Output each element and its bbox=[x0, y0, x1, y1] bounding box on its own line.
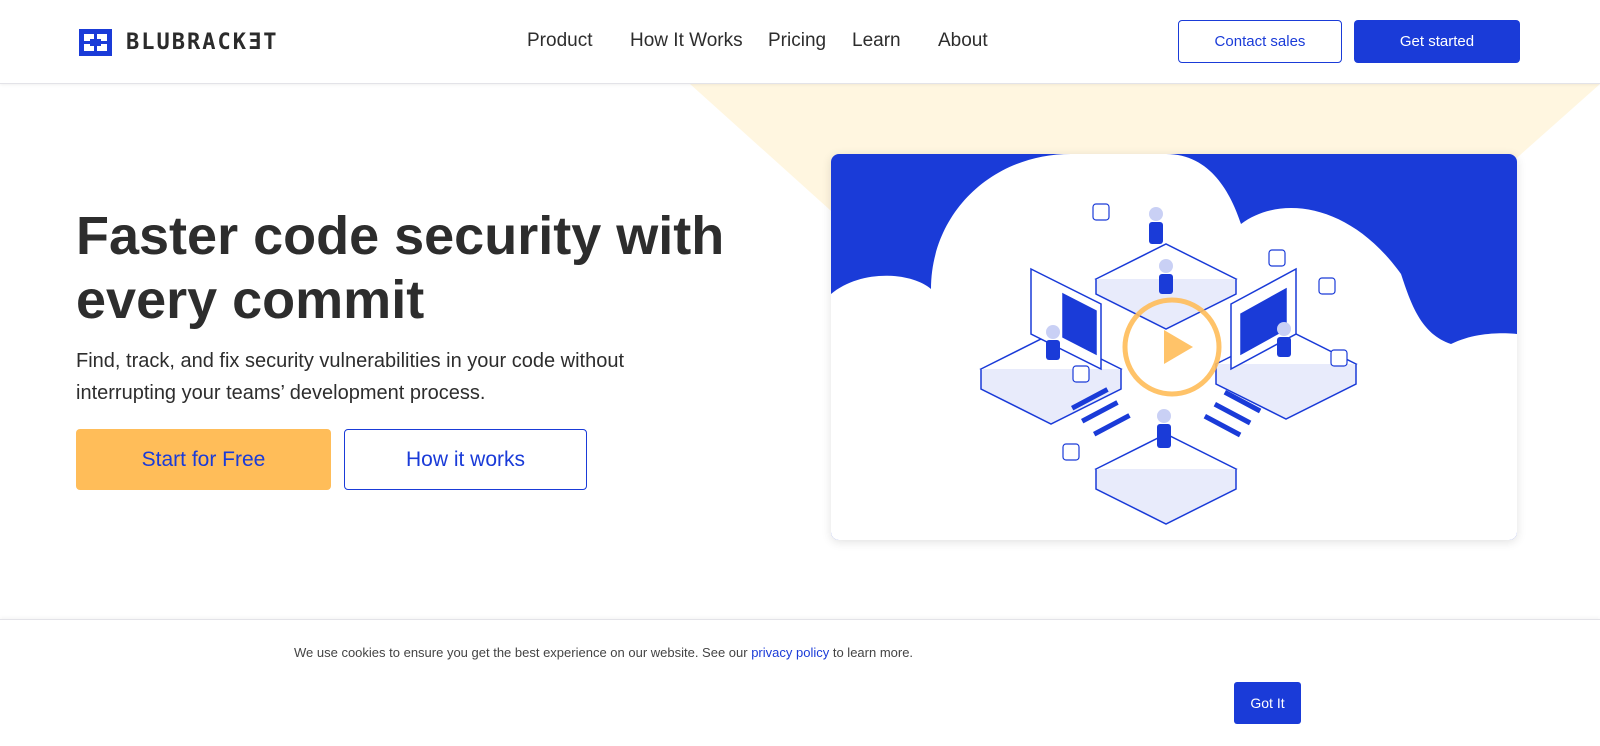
contact-sales-button[interactable]: Contact sales bbox=[1178, 20, 1342, 63]
nav-about[interactable]: About bbox=[938, 30, 988, 52]
nav-learn[interactable]: Learn bbox=[852, 30, 901, 52]
nav-pricing[interactable]: Pricing bbox=[768, 30, 826, 52]
site-header: BLUBRACKƎT Product How It Works Pricing … bbox=[0, 0, 1600, 84]
nav-product[interactable]: Product bbox=[527, 30, 592, 52]
hero-video[interactable] bbox=[831, 154, 1517, 540]
how-it-works-button[interactable]: How it works bbox=[344, 429, 587, 490]
got-it-button[interactable]: Got It bbox=[1234, 682, 1301, 724]
get-started-button[interactable]: Get started bbox=[1354, 20, 1520, 63]
cookie-text-before: We use cookies to ensure you get the bes… bbox=[294, 645, 752, 660]
hero-title: Faster code security with every commit bbox=[76, 206, 725, 330]
video-illustration bbox=[831, 154, 1517, 540]
cookie-text-after: to learn more. bbox=[829, 645, 914, 660]
cookie-banner: We use cookies to ensure you get the bes… bbox=[0, 619, 1600, 746]
hero-subtitle: Find, track, and fix security vulnerabil… bbox=[76, 350, 625, 404]
cookie-message: We use cookies to ensure you get the bes… bbox=[294, 645, 913, 660]
start-for-free-button[interactable]: Start for Free bbox=[76, 429, 331, 490]
privacy-policy-link[interactable]: privacy policy bbox=[751, 645, 829, 660]
nav-how-it-works[interactable]: How It Works bbox=[630, 30, 743, 52]
